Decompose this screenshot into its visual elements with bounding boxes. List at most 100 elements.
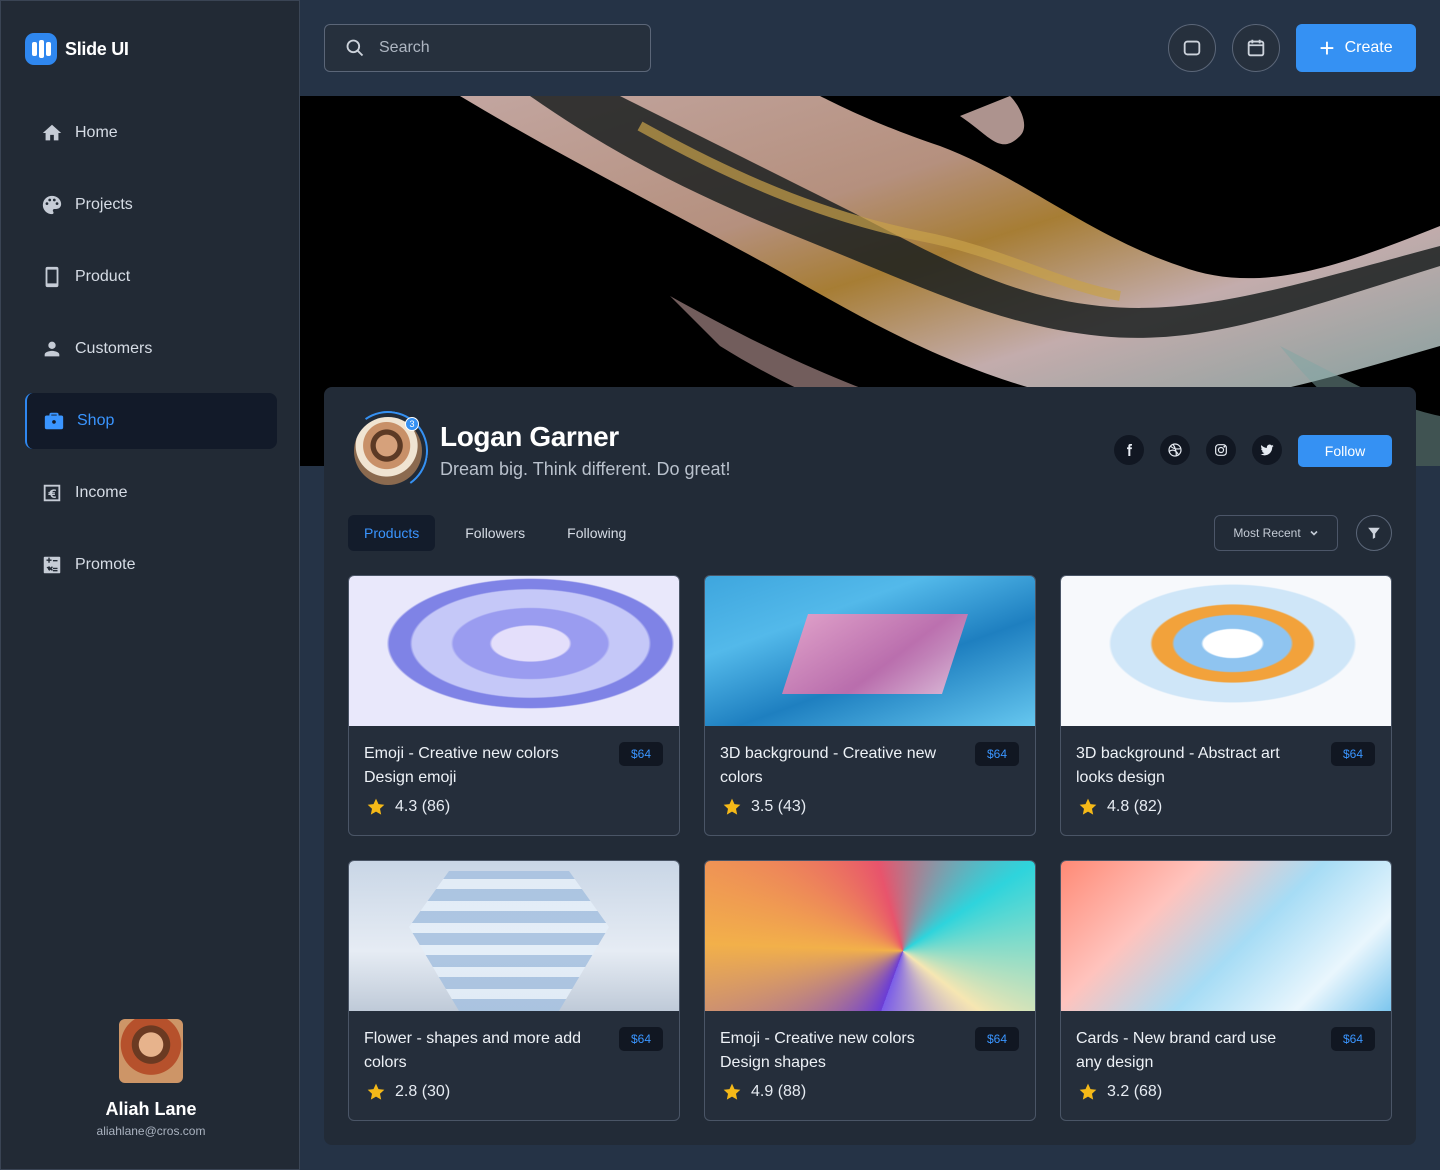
product-card[interactable]: 3D background - Creative new colors $64 …: [704, 575, 1036, 836]
product-rating: 4.8 (82): [1078, 797, 1162, 817]
product-card[interactable]: Cards - New brand card use any design $6…: [1060, 860, 1392, 1121]
twitter-icon: [1260, 444, 1274, 456]
product-card[interactable]: Flower - shapes and more add colors $64 …: [348, 860, 680, 1121]
tab-following[interactable]: Following: [551, 515, 642, 551]
search-icon: [346, 39, 364, 57]
profile-tabs: Products Followers Following: [348, 515, 642, 551]
briefcase-icon: [44, 412, 64, 430]
product-card[interactable]: 3D background - Abstract art looks desig…: [1060, 575, 1392, 836]
sidebar: Slide UI Home Projects Product Customers…: [0, 0, 300, 1170]
star-icon: [367, 1083, 385, 1100]
sidebar-item-home[interactable]: Home: [25, 105, 277, 161]
product-rating: 2.8 (30): [366, 1082, 450, 1102]
sidebar-item-promote[interactable]: Promote: [25, 537, 277, 593]
tab-followers[interactable]: Followers: [449, 515, 541, 551]
instagram-link[interactable]: [1206, 435, 1236, 465]
sidebar-item-projects[interactable]: Projects: [25, 177, 277, 233]
dribbble-link[interactable]: [1160, 435, 1190, 465]
rating-value: 3.2 (68): [1107, 1083, 1163, 1100]
product-image: [349, 861, 679, 1011]
rating-value: 3.5 (43): [751, 798, 807, 815]
filter-icon: [1368, 527, 1380, 539]
star-icon: [723, 1083, 741, 1100]
sort-label: Most Recent: [1233, 526, 1301, 540]
star-icon: [723, 798, 741, 815]
product-rating: 4.9 (88): [722, 1082, 806, 1102]
price-badge: $64: [974, 742, 1019, 766]
star-icon: [1079, 798, 1097, 815]
sort-dropdown[interactable]: Most Recent: [1214, 515, 1338, 551]
product-image: [349, 576, 679, 726]
rating-value: 2.8 (30): [395, 1083, 451, 1100]
sidebar-item-product[interactable]: Product: [25, 249, 277, 305]
price-badge: $64: [618, 1027, 663, 1051]
sidebar-item-label: Shop: [77, 412, 115, 429]
product-rating: 4.3 (86): [366, 797, 450, 817]
profile-bio: Dream big. Think different. Do great!: [440, 459, 731, 479]
product-title: Emoji - Creative new colors Design shape…: [720, 1030, 915, 1071]
plus-icon: +: [1319, 33, 1335, 63]
chevron-down-icon: [1310, 530, 1318, 536]
user-profile[interactable]: Aliah Lane aliahlane@cros.com: [1, 1019, 301, 1138]
dribbble-icon: [1168, 443, 1182, 457]
follow-button[interactable]: Follow: [1298, 435, 1392, 467]
product-card[interactable]: Emoji - Creative new colors Design shape…: [704, 860, 1036, 1121]
price-badge: $64: [1330, 742, 1375, 766]
price-badge: $64: [974, 1027, 1019, 1051]
product-rating: 3.2 (68): [1078, 1082, 1162, 1102]
facebook-link[interactable]: [1114, 435, 1144, 465]
sidebar-item-label: Projects: [75, 196, 133, 213]
star-icon: [367, 798, 385, 815]
sidebar-item-label: Promote: [75, 556, 136, 573]
phone-icon: [45, 266, 59, 288]
tab-products[interactable]: Products: [348, 515, 436, 551]
profile-name: Logan Garner: [440, 421, 619, 452]
sidebar-item-shop[interactable]: Shop: [25, 393, 277, 449]
palette-icon: [42, 195, 62, 215]
rating-value: 4.9 (88): [751, 1083, 807, 1100]
sidebar-nav: Home Projects Product Customers Shop Inc…: [25, 105, 277, 609]
instagram-icon: [1215, 444, 1227, 456]
euro-icon: [43, 484, 61, 502]
create-label: Create: [1344, 39, 1393, 56]
product-title: Emoji - Creative new colors Design emoji: [364, 745, 559, 786]
facebook-icon: [1127, 444, 1132, 456]
product-title: Cards - New brand card use any design: [1076, 1030, 1277, 1071]
user-email: aliahlane@cros.com: [96, 1124, 206, 1138]
product-image: [705, 861, 1035, 1011]
sidebar-item-label: Customers: [75, 340, 153, 357]
profile-card: 3 Logan Garner Dream big. Think differen…: [324, 387, 1416, 1145]
avatar: [119, 1019, 183, 1083]
search-box[interactable]: [324, 24, 651, 72]
product-image: [1061, 576, 1391, 726]
product-image: [705, 576, 1035, 726]
product-title: 3D background - Creative new colors: [720, 745, 937, 786]
notification-badge: 3: [405, 417, 419, 431]
search-input[interactable]: [379, 39, 619, 57]
product-title: 3D background - Abstract art looks desig…: [1076, 745, 1280, 786]
product-title: Flower - shapes and more add colors: [364, 1030, 581, 1071]
app-logo[interactable]: Slide UI: [25, 33, 129, 65]
star-icon: [1079, 1083, 1097, 1100]
filter-button[interactable]: [1356, 515, 1392, 551]
home-icon: [42, 124, 62, 141]
rating-value: 4.3 (86): [395, 798, 451, 815]
sidebar-item-label: Product: [75, 268, 131, 285]
product-rating: 3.5 (43): [722, 797, 806, 817]
sidebar-item-income[interactable]: Income: [25, 465, 277, 521]
sidebar-item-label: Income: [75, 484, 128, 501]
product-card[interactable]: Emoji - Creative new colors Design emoji…: [348, 575, 680, 836]
price-badge: $64: [1330, 1027, 1375, 1051]
person-icon: [44, 341, 60, 357]
messages-button[interactable]: [1168, 24, 1216, 72]
twitter-link[interactable]: [1252, 435, 1282, 465]
create-button[interactable]: + Create: [1296, 24, 1416, 72]
sidebar-item-label: Home: [75, 124, 118, 141]
calculator-icon: [43, 556, 61, 574]
calendar-button[interactable]: [1232, 24, 1280, 72]
user-name: Aliah Lane: [105, 1099, 197, 1119]
calendar-icon: [1247, 39, 1265, 57]
product-image: [1061, 861, 1391, 1011]
sidebar-item-customers[interactable]: Customers: [25, 321, 277, 377]
message-icon: [1183, 40, 1201, 56]
